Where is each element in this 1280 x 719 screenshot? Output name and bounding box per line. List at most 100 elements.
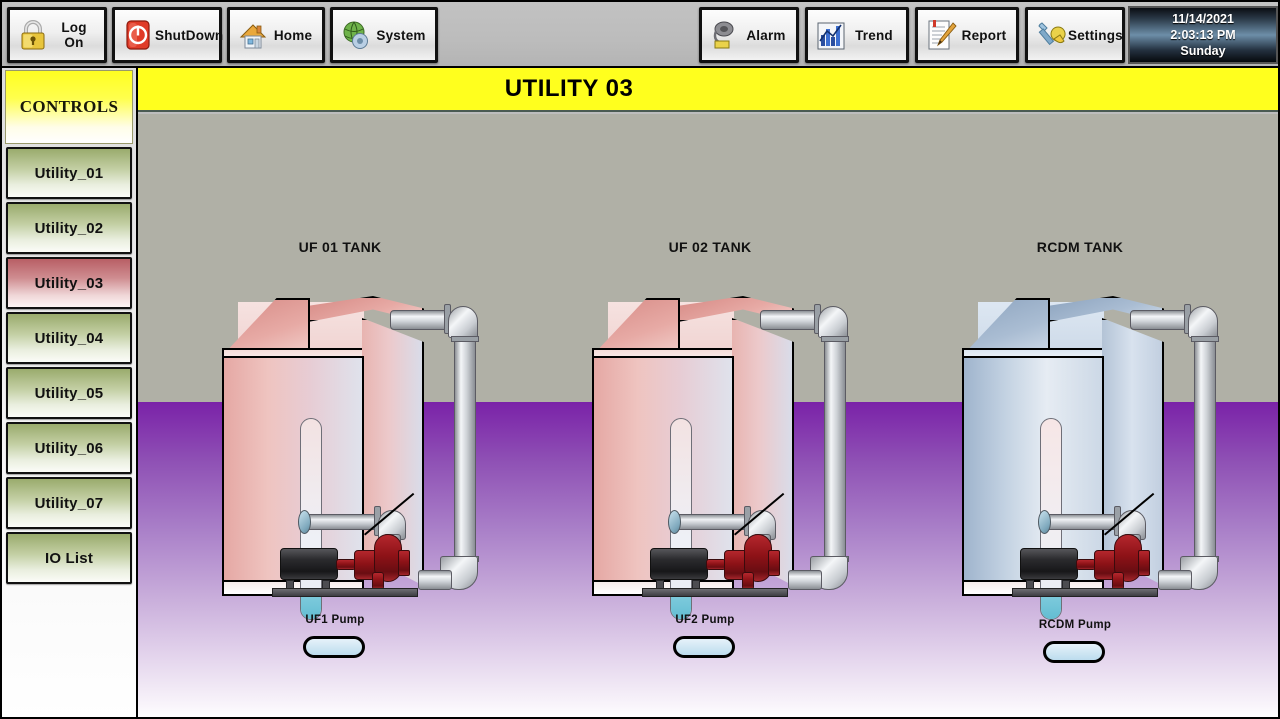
sidebar-item-utility-07[interactable]: Utility_07	[6, 477, 132, 529]
alarm-label: Alarm	[746, 27, 786, 43]
pipe-elbow	[1188, 306, 1218, 338]
logon-button[interactable]: Log On	[7, 7, 107, 63]
process-pipe	[824, 338, 846, 560]
process-scene: UF 01 TANK UF1 Pump UF 02 TANK UF2 Pump …	[138, 114, 1278, 717]
process-pipe	[418, 570, 452, 590]
screen-title-bar: UTILITY 03	[138, 68, 1278, 112]
process-pipe	[1130, 310, 1188, 330]
shutdown-button[interactable]: ShutDown	[112, 7, 223, 63]
globe-gear-icon	[339, 17, 373, 53]
sidebar-item-label: Utility_06	[34, 439, 104, 457]
sidebar-item-utility-02[interactable]: Utility_02	[6, 202, 132, 254]
house-icon	[236, 17, 270, 53]
alarm-button[interactable]: Alarm	[699, 7, 799, 63]
level-gauge-liquid	[1041, 594, 1061, 619]
tank-group-uf02: UF 02 TANK UF2 Pump	[570, 114, 910, 717]
process-pipe	[1194, 338, 1216, 560]
pump-suction-pipe	[306, 514, 380, 530]
settings-button[interactable]: Settings	[1025, 7, 1125, 63]
controls-sidebar: CONTROLS Utility_01 Utility_02 Utility_0…	[2, 68, 138, 717]
pump-label: UF2 Pump	[675, 614, 735, 626]
shutdown-label: ShutDown	[155, 27, 224, 43]
bar-chart-icon	[814, 17, 848, 53]
alarm-bell-icon	[708, 17, 742, 53]
pump-label: RCDM Pump	[1038, 619, 1112, 631]
process-pipe	[454, 338, 476, 560]
report-label: Report	[961, 27, 1007, 43]
sidebar-item-label: IO List	[44, 549, 94, 567]
hmi-screen: Log On ShutDown Home System Alarm Trend …	[0, 0, 1280, 719]
pipe-elbow	[448, 306, 478, 338]
settings-label: Settings	[1068, 27, 1123, 43]
sidebar-item-utility-03[interactable]: Utility_03	[6, 257, 132, 309]
tank-group-rcdm: RCDM TANK RCDM Pump	[940, 114, 1278, 717]
pipe-flange	[1191, 336, 1219, 342]
trend-button[interactable]: Trend	[805, 7, 909, 63]
sidebar-item-label: Utility_03	[34, 274, 104, 292]
pipe-elbow	[818, 306, 848, 338]
sidebar-item-label: Utility_05	[34, 384, 104, 402]
sidebar-header: CONTROLS	[5, 70, 133, 144]
pump-label: UF1 Pump	[305, 614, 365, 626]
sidebar-item-label: Utility_07	[34, 494, 104, 512]
pipe-flange	[821, 336, 849, 342]
sidebar-item-utility-01[interactable]: Utility_01	[6, 147, 132, 199]
top-toolbar: Log On ShutDown Home System Alarm Trend …	[2, 2, 1278, 68]
tank-vessel-uf01[interactable]	[222, 296, 479, 620]
power-icon	[121, 17, 155, 53]
pump-discharge-flange	[398, 550, 410, 576]
pump-discharge-flange	[1138, 550, 1150, 576]
sidebar-item-utility-05[interactable]: Utility_05	[6, 367, 132, 419]
system-label: System	[376, 27, 426, 43]
tank-label: UF 02 TANK	[668, 239, 752, 255]
trend-label: Trend	[855, 27, 893, 43]
pump-coupling	[336, 559, 356, 570]
sidebar-header-label: CONTROLS	[19, 97, 119, 116]
tank-vessel-rcdm[interactable]	[962, 296, 1219, 620]
home-label: Home	[273, 27, 313, 43]
pump-motor	[1020, 548, 1078, 580]
sidebar-item-utility-04[interactable]: Utility_04	[6, 312, 132, 364]
pump-suction-pipe	[1046, 514, 1120, 530]
pump-motor	[280, 548, 338, 580]
pump-coupling	[1076, 559, 1096, 570]
clock-day: Sunday	[1180, 44, 1226, 58]
process-pipe	[390, 310, 448, 330]
pump-baseplate	[642, 588, 788, 597]
tank-vessel-uf02[interactable]	[592, 296, 849, 620]
pump-baseplate	[272, 588, 418, 597]
tank-label: RCDM TANK	[1036, 239, 1124, 255]
document-pencil-icon	[924, 17, 958, 53]
tank-label: UF 01 TANK	[298, 239, 382, 255]
system-button[interactable]: System	[330, 7, 438, 63]
process-pipe	[760, 310, 818, 330]
pump-suction-flange	[298, 510, 311, 534]
pump-status-lamp[interactable]	[673, 636, 735, 658]
tools-icon	[1034, 17, 1068, 53]
pump-baseplate	[1012, 588, 1158, 597]
datetime-panel: 11/14/2021 2:03:13 PM Sunday	[1128, 6, 1278, 64]
padlock-icon	[16, 17, 50, 53]
pump-suction-flange	[668, 510, 681, 534]
page-title: UTILITY 03	[504, 75, 634, 102]
sidebar-item-io-list[interactable]: IO List	[6, 532, 132, 584]
sidebar-item-label: Utility_01	[34, 164, 104, 182]
pump-suction-flange	[1038, 510, 1051, 534]
pipe-flange	[451, 336, 479, 342]
sidebar-item-utility-06[interactable]: Utility_06	[6, 422, 132, 474]
pump-status-lamp[interactable]	[303, 636, 365, 658]
report-button[interactable]: Report	[915, 7, 1019, 63]
process-stage: UTILITY 03 UF 01 TANK UF1 Pump UF 02 TAN…	[138, 68, 1278, 717]
sidebar-item-label: Utility_02	[34, 219, 104, 237]
clock-time: 2:03:13 PM	[1170, 28, 1236, 42]
process-pipe	[1158, 570, 1192, 590]
pump-motor	[650, 548, 708, 580]
pump-suction-pipe	[676, 514, 750, 530]
tank-group-uf01: UF 01 TANK UF1 Pump	[200, 114, 540, 717]
logon-label: Log On	[61, 20, 87, 50]
home-button[interactable]: Home	[227, 7, 325, 63]
pump-status-lamp[interactable]	[1043, 641, 1105, 663]
clock-date: 11/14/2021	[1172, 12, 1234, 26]
sidebar-item-label: Utility_04	[34, 329, 104, 347]
pump-discharge-flange	[768, 550, 780, 576]
